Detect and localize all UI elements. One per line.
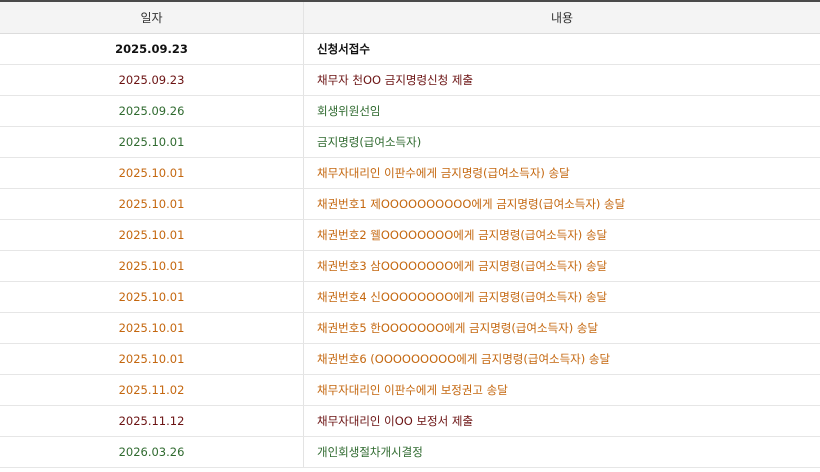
row-content: 채권번호5 한OOOOOOO에게 금지명령(급여소득자) 송달 bbox=[317, 321, 599, 335]
row-date: 2026.03.26 bbox=[0, 437, 304, 467]
table-row: 2025.09.23 신청서접수 bbox=[0, 34, 820, 65]
date-column-header: 일자 bbox=[0, 2, 304, 33]
row-date: 2025.11.02 bbox=[0, 375, 304, 405]
row-date: 2025.10.01 bbox=[0, 189, 304, 219]
row-content: 채무자대리인 이OO 보정서 제출 bbox=[317, 414, 474, 428]
row-content: 채권번호3 삼OOOOOOOO에게 금지명령(급여소득자) 송달 bbox=[317, 259, 608, 273]
row-content: 채무자대리인 이판수에게 금지명령(급여소득자) 송달 bbox=[317, 166, 570, 180]
table-row: 2025.10.01 채권번호3 삼OOOOOOOO에게 금지명령(급여소득자) … bbox=[0, 251, 820, 282]
table-row: 2025.10.01 금지명령(급여소득자) bbox=[0, 127, 820, 158]
row-content: 채권번호2 웰OOOOOOOO에게 금지명령(급여소득자) 송달 bbox=[317, 228, 608, 242]
row-content: 채권번호1 제OOOOOOOOOO에게 금지명령(급여소득자) 송달 bbox=[317, 197, 626, 211]
table-row: 2025.09.26 회생위원선임 bbox=[0, 96, 820, 127]
row-date: 2025.10.01 bbox=[0, 158, 304, 188]
row-date: 2025.10.01 bbox=[0, 220, 304, 250]
row-date: 2025.10.01 bbox=[0, 344, 304, 374]
row-content: 채무자 천OO 금지명령신청 제출 bbox=[317, 73, 474, 87]
row-date: 2025.09.23 bbox=[0, 65, 304, 95]
row-content: 채권번호4 신OOOOOOOO에게 금지명령(급여소득자) 송달 bbox=[317, 290, 608, 304]
row-content: 신청서접수 bbox=[317, 42, 370, 56]
row-content: 개인회생절차개시결정 bbox=[317, 445, 423, 459]
table-row: 2025.10.01 채권번호5 한OOOOOOO에게 금지명령(급여소득자) 송… bbox=[0, 313, 820, 344]
table-row: 2025.09.23 채무자 천OO 금지명령신청 제출 bbox=[0, 65, 820, 96]
row-date: 2025.10.01 bbox=[0, 313, 304, 343]
row-content: 채무자대리인 이판수에게 보정권고 송달 bbox=[317, 383, 508, 397]
table-row: 2025.11.12 채무자대리인 이OO 보정서 제출 bbox=[0, 406, 820, 437]
table-row: 2025.10.01 채권번호4 신OOOOOOOO에게 금지명령(급여소득자) … bbox=[0, 282, 820, 313]
row-date: 2025.10.01 bbox=[0, 251, 304, 281]
table-row: 2025.11.02 채무자대리인 이판수에게 보정권고 송달 bbox=[0, 375, 820, 406]
table-row: 2025.10.01 채무자대리인 이판수에게 금지명령(급여소득자) 송달 bbox=[0, 158, 820, 189]
row-date: 2025.09.23 bbox=[0, 34, 304, 64]
row-date: 2025.10.01 bbox=[0, 282, 304, 312]
table-row: 2025.10.01 채권번호2 웰OOOOOOOO에게 금지명령(급여소득자) … bbox=[0, 220, 820, 251]
table-row: 2025.10.01 채권번호6 (OOOOOOOOO에게 금지명령(급여소득자)… bbox=[0, 344, 820, 375]
case-history-table: 일자 내용 2025.09.23 신청서접수 2025.09.23 채무자 천OO 금… bbox=[0, 0, 820, 468]
row-date: 2025.11.12 bbox=[0, 406, 304, 436]
table-body: 2025.09.23 신청서접수 2025.09.23 채무자 천OO 금지명령신청 … bbox=[0, 34, 820, 468]
table-row: 2026.03.26 개인회생절차개시결정 bbox=[0, 437, 820, 468]
row-date: 2025.10.01 bbox=[0, 127, 304, 157]
table-header: 일자 내용 bbox=[0, 2, 820, 34]
row-date: 2025.09.26 bbox=[0, 96, 304, 126]
row-content: 채권번호6 (OOOOOOOOO에게 금지명령(급여소득자) 송달 bbox=[317, 352, 611, 366]
table-row: 2025.10.01 채권번호1 제OOOOOOOOOO에게 금지명령(급여소득자… bbox=[0, 189, 820, 220]
row-content: 금지명령(급여소득자) bbox=[317, 135, 422, 149]
content-column-header: 내용 bbox=[550, 11, 574, 25]
row-content: 회생위원선임 bbox=[317, 104, 381, 118]
